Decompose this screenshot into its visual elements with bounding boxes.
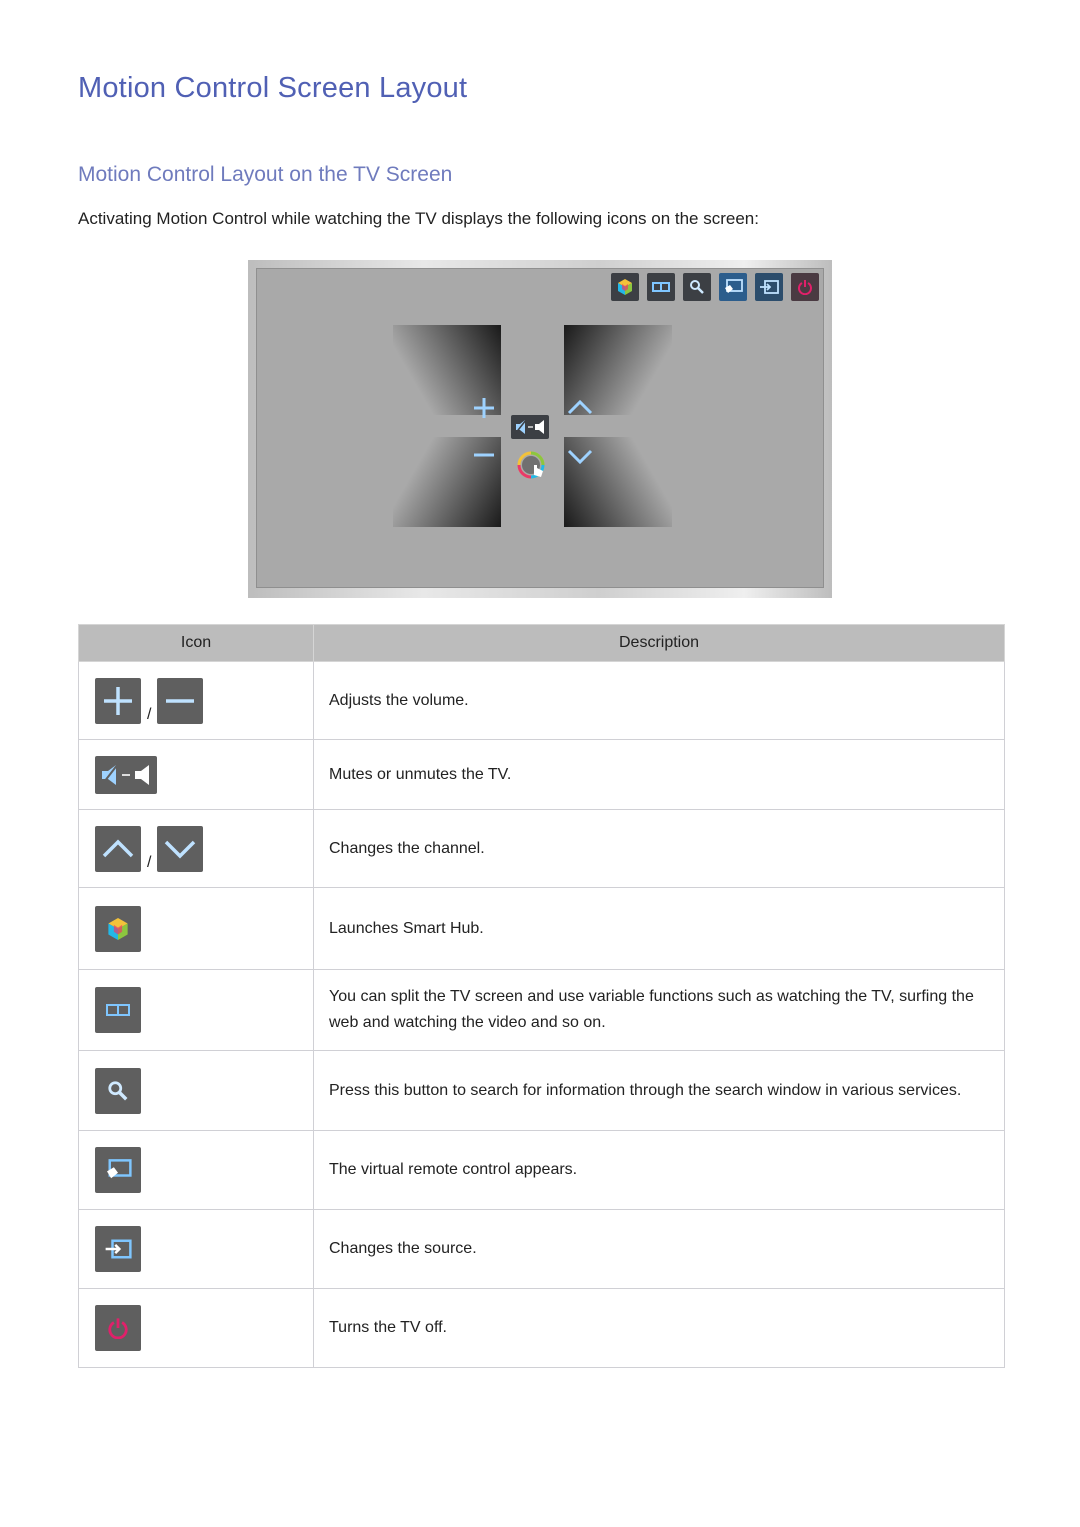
channel-up-icon	[95, 825, 141, 872]
description-cell: Launches Smart Hub.	[313, 887, 1005, 970]
description-cell: Mutes or unmutes the TV.	[313, 739, 1005, 810]
description-cell: Adjusts the volume.	[313, 661, 1005, 740]
volume-up-icon	[474, 398, 494, 418]
icon-cell: /	[78, 661, 314, 740]
icon-cell	[78, 1288, 314, 1368]
volume-up-icon	[95, 677, 141, 724]
icon-cell	[78, 739, 314, 810]
table-row: Turns the TV off.	[78, 1288, 1005, 1368]
source-icon	[95, 1226, 141, 1272]
motion-pointer-icon	[517, 451, 545, 479]
table-row: / Adjusts the volume.	[78, 661, 1005, 740]
icon-cell: /	[78, 809, 314, 888]
channel-down-icon	[567, 449, 593, 465]
channel-up-icon	[567, 399, 593, 415]
mute-toggle-icon	[95, 755, 157, 794]
tv-illustration	[248, 260, 832, 598]
search-icon	[683, 273, 711, 301]
description-cell: You can split the TV screen and use vari…	[313, 969, 1005, 1051]
table-row: / Changes the channel.	[78, 809, 1005, 888]
table-header-row: Icon Description	[78, 624, 1005, 662]
icon-column-header: Icon	[78, 624, 314, 662]
volume-down-zone	[393, 437, 501, 527]
search-icon	[95, 1067, 141, 1114]
table-row: Launches Smart Hub.	[78, 887, 1005, 970]
table-row: Changes the source.	[78, 1209, 1005, 1289]
intro-text: Activating Motion Control while watching…	[78, 209, 759, 228]
table-row: Mutes or unmutes the TV.	[78, 739, 1005, 810]
smart-hub-icon	[95, 905, 141, 952]
description-cell: Changes the source.	[313, 1209, 1005, 1289]
table-row: Press this button to search for informat…	[78, 1050, 1005, 1131]
description-cell: The virtual remote control appears.	[313, 1130, 1005, 1210]
table-row: The virtual remote control appears.	[78, 1130, 1005, 1210]
icon-cell	[78, 1050, 314, 1131]
table-row: You can split the TV screen and use vari…	[78, 969, 1005, 1051]
icon-cell	[78, 1130, 314, 1210]
separator: /	[147, 705, 152, 723]
description-cell: Press this button to search for informat…	[313, 1050, 1005, 1131]
split-screen-icon	[95, 987, 141, 1033]
page-title: Motion Control Screen Layout	[78, 72, 468, 104]
power-icon	[95, 1305, 141, 1351]
icon-cell	[78, 969, 314, 1051]
virtual-remote-icon	[719, 273, 747, 301]
volume-down-icon	[157, 677, 204, 724]
tv-top-icon-bar	[611, 273, 819, 301]
split-screen-icon	[647, 273, 675, 301]
description-column-header: Description	[313, 624, 1005, 662]
section-title: Motion Control Layout on the TV Screen	[78, 163, 453, 186]
power-icon	[791, 273, 819, 301]
icon-description-table: Icon Description / Adjusts the volume. M…	[78, 624, 1005, 1368]
icon-cell	[78, 1209, 314, 1289]
volume-down-icon	[474, 453, 494, 457]
icon-cell	[78, 887, 314, 970]
description-cell: Changes the channel.	[313, 809, 1005, 888]
virtual-remote-icon	[95, 1147, 141, 1193]
tv-screen	[256, 268, 824, 588]
source-icon	[755, 273, 783, 301]
mute-toggle-icon	[511, 415, 549, 439]
description-cell: Turns the TV off.	[313, 1288, 1005, 1368]
separator: /	[147, 853, 152, 871]
smart-hub-icon	[611, 273, 639, 301]
channel-down-icon	[157, 825, 204, 872]
